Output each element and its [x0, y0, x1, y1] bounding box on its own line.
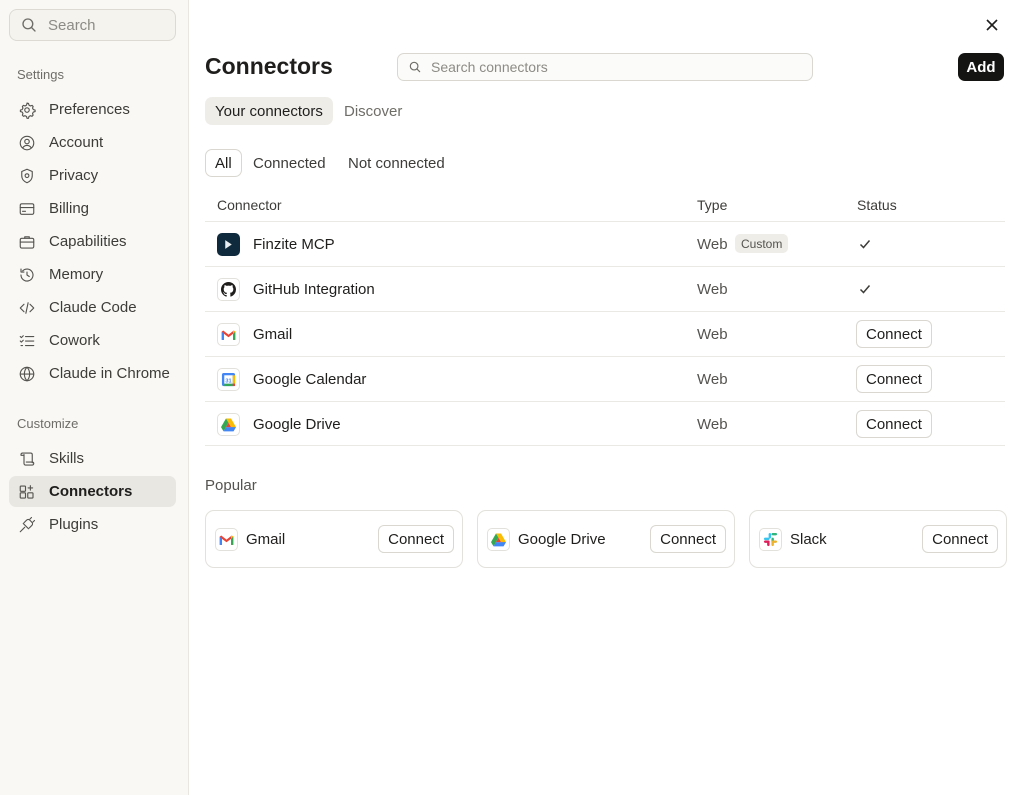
popular-card-name: Gmail: [246, 531, 286, 548]
add-button[interactable]: Add: [958, 53, 1004, 81]
slack-icon: [759, 528, 782, 551]
sidebar-item-claude-code[interactable]: Claude Code: [9, 292, 176, 323]
connector-type: Web: [697, 236, 728, 253]
popular-card-slack[interactable]: Slack Connect: [749, 510, 1007, 568]
connector-name: Finzite MCP: [253, 236, 335, 253]
gmail-icon: [217, 323, 240, 346]
sidebar-item-billing[interactable]: Billing: [9, 193, 176, 224]
code-icon: [18, 299, 36, 317]
filter-all[interactable]: All: [205, 149, 242, 177]
sidebar-search-placeholder: Search: [48, 16, 96, 34]
scroll-icon: [18, 450, 36, 468]
gear-icon: [18, 101, 36, 119]
svg-text:31: 31: [225, 378, 231, 384]
popular-card-name: Google Drive: [518, 531, 606, 548]
gmail-icon: [215, 528, 238, 551]
search-icon: [409, 61, 421, 73]
globe-icon: [18, 365, 36, 383]
connectors-search-placeholder: Search connectors: [431, 59, 548, 75]
close-button[interactable]: [982, 15, 1002, 35]
column-header-status: Status: [857, 197, 897, 213]
connector-name: Google Drive: [253, 416, 341, 433]
google-drive-icon: [487, 528, 510, 551]
google-drive-icon: [217, 413, 240, 436]
popular-card-name: Slack: [790, 531, 827, 548]
sidebar-item-capabilities[interactable]: Capabilities: [9, 226, 176, 257]
sidebar-item-label: Connectors: [49, 483, 133, 500]
sidebar-item-label: Capabilities: [49, 233, 127, 250]
briefcase-icon: [18, 233, 36, 251]
sidebar-item-memory[interactable]: Memory: [9, 259, 176, 290]
shield-icon: [18, 167, 36, 185]
sidebar-item-skills[interactable]: Skills: [9, 443, 176, 474]
connector-name: Gmail: [253, 326, 293, 343]
checkmark-icon: [858, 282, 872, 296]
table-row[interactable]: Google Drive Web Connect: [205, 401, 1005, 446]
search-icon: [22, 18, 36, 32]
connect-button[interactable]: Connect: [856, 410, 932, 438]
sidebar-search-input[interactable]: Search: [9, 9, 176, 41]
page-title: Connectors: [205, 53, 333, 79]
connectors-search-input[interactable]: Search connectors: [397, 53, 813, 81]
sidebar-item-claude-in-chrome[interactable]: Claude in Chrome: [9, 358, 176, 389]
sidebar-item-account[interactable]: Account: [9, 127, 176, 158]
sidebar-item-privacy[interactable]: Privacy: [9, 160, 176, 191]
connect-button[interactable]: Connect: [650, 525, 726, 553]
sidebar-item-label: Cowork: [49, 332, 100, 349]
sidebar-item-plugins[interactable]: Plugins: [9, 509, 176, 540]
column-header-connector: Connector: [217, 197, 282, 213]
sidebar-item-label: Plugins: [49, 516, 99, 533]
section-customize-label: Customize: [17, 416, 79, 431]
user-circle-icon: [18, 134, 36, 152]
connectors-icon: [18, 483, 36, 501]
popular-section-title: Popular: [205, 477, 257, 494]
connect-button[interactable]: Connect: [856, 365, 932, 393]
table-row[interactable]: Gmail Web Connect: [205, 311, 1005, 356]
column-header-type: Type: [697, 197, 728, 213]
connect-button[interactable]: Connect: [856, 320, 932, 348]
close-icon: [986, 19, 998, 31]
filter-not-connected[interactable]: Not connected: [338, 149, 455, 177]
history-icon: [18, 266, 36, 284]
sidebar-item-label: Claude Code: [49, 299, 137, 316]
github-icon: [217, 278, 240, 301]
sidebar: Search Settings Preferences Account Priv…: [0, 0, 189, 795]
sidebar-item-label: Skills: [49, 450, 85, 467]
sidebar-item-preferences[interactable]: Preferences: [9, 94, 176, 125]
connector-type: Web: [697, 326, 728, 343]
sidebar-item-label: Account: [49, 134, 104, 151]
tab-discover[interactable]: Discover: [334, 97, 412, 125]
connect-button[interactable]: Connect: [922, 525, 998, 553]
table-row[interactable]: GitHub Integration Web: [205, 266, 1005, 311]
table-row[interactable]: Finzite MCP Web Custom: [205, 221, 1005, 266]
table-row[interactable]: 31 Google Calendar Web Connect: [205, 356, 1005, 401]
custom-badge: Custom: [735, 234, 789, 253]
sidebar-item-label: Memory: [49, 266, 104, 283]
google-calendar-icon: 31: [217, 368, 240, 391]
sidebar-item-label: Billing: [49, 200, 90, 217]
popular-card-google-drive[interactable]: Google Drive Connect: [477, 510, 735, 568]
sidebar-item-label: Privacy: [49, 167, 99, 184]
credit-card-icon: [18, 200, 36, 218]
filter-connected[interactable]: Connected: [243, 149, 336, 177]
sidebar-item-cowork[interactable]: Cowork: [9, 325, 176, 356]
popular-card-gmail[interactable]: Gmail Connect: [205, 510, 463, 568]
plug-icon: [18, 516, 36, 534]
sidebar-item-connectors[interactable]: Connectors: [9, 476, 176, 507]
connector-type: Web: [697, 281, 728, 298]
connector-name: GitHub Integration: [253, 281, 375, 298]
finzite-logo-icon: [217, 233, 240, 256]
sidebar-item-label: Claude in Chrome: [49, 365, 170, 382]
connector-type: Web: [697, 416, 728, 433]
connector-name: Google Calendar: [253, 371, 367, 388]
section-settings-label: Settings: [17, 67, 64, 82]
sidebar-item-label: Preferences: [49, 101, 130, 118]
checkmark-icon: [858, 237, 872, 251]
tab-your-connectors[interactable]: Your connectors: [205, 97, 333, 125]
connector-type: Web: [697, 371, 728, 388]
checklist-icon: [18, 332, 36, 350]
connect-button[interactable]: Connect: [378, 525, 454, 553]
